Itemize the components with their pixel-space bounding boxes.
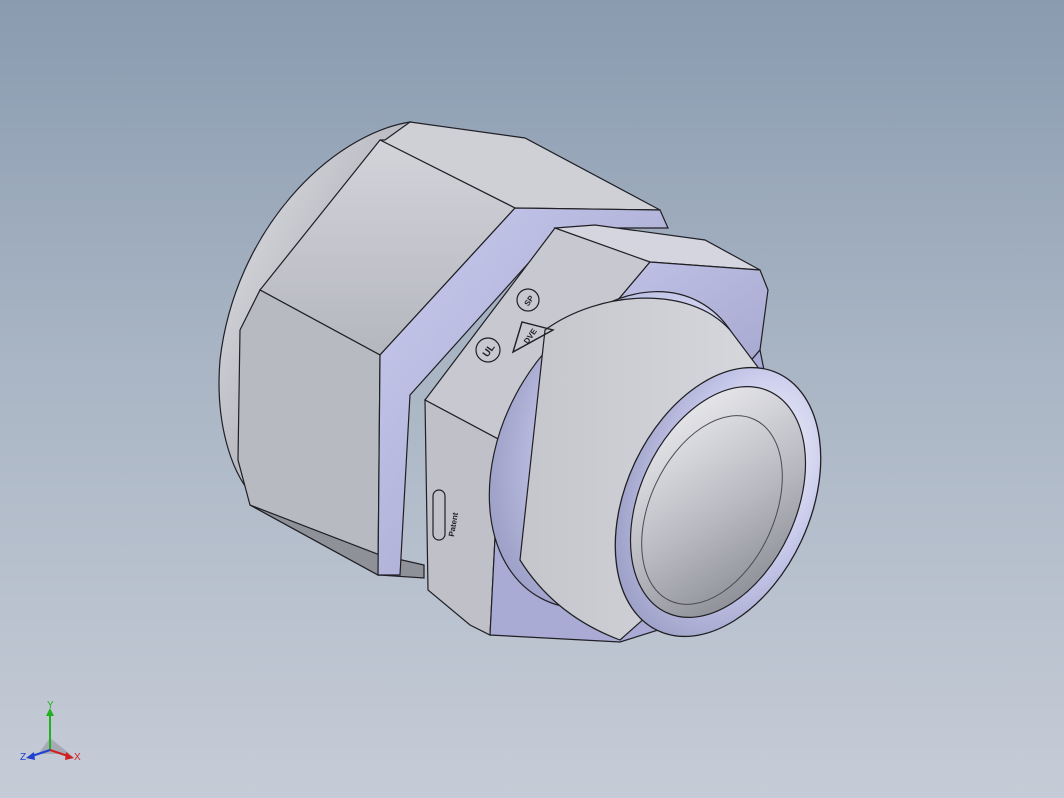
orientation-triad: Y X Z	[20, 700, 81, 763]
z-axis-label: Z	[20, 752, 26, 763]
x-axis-arrow	[65, 752, 74, 760]
graphics-viewport[interactable]: UL SP DVE Patent Y X Z	[0, 0, 1064, 798]
small-hex-side-face	[424, 398, 501, 636]
y-axis-label: Y	[47, 700, 54, 711]
3d-model-fitting[interactable]: UL SP DVE Patent	[0, 0, 1064, 798]
x-axis-label: X	[74, 752, 81, 763]
z-axis-arrow	[26, 752, 35, 760]
